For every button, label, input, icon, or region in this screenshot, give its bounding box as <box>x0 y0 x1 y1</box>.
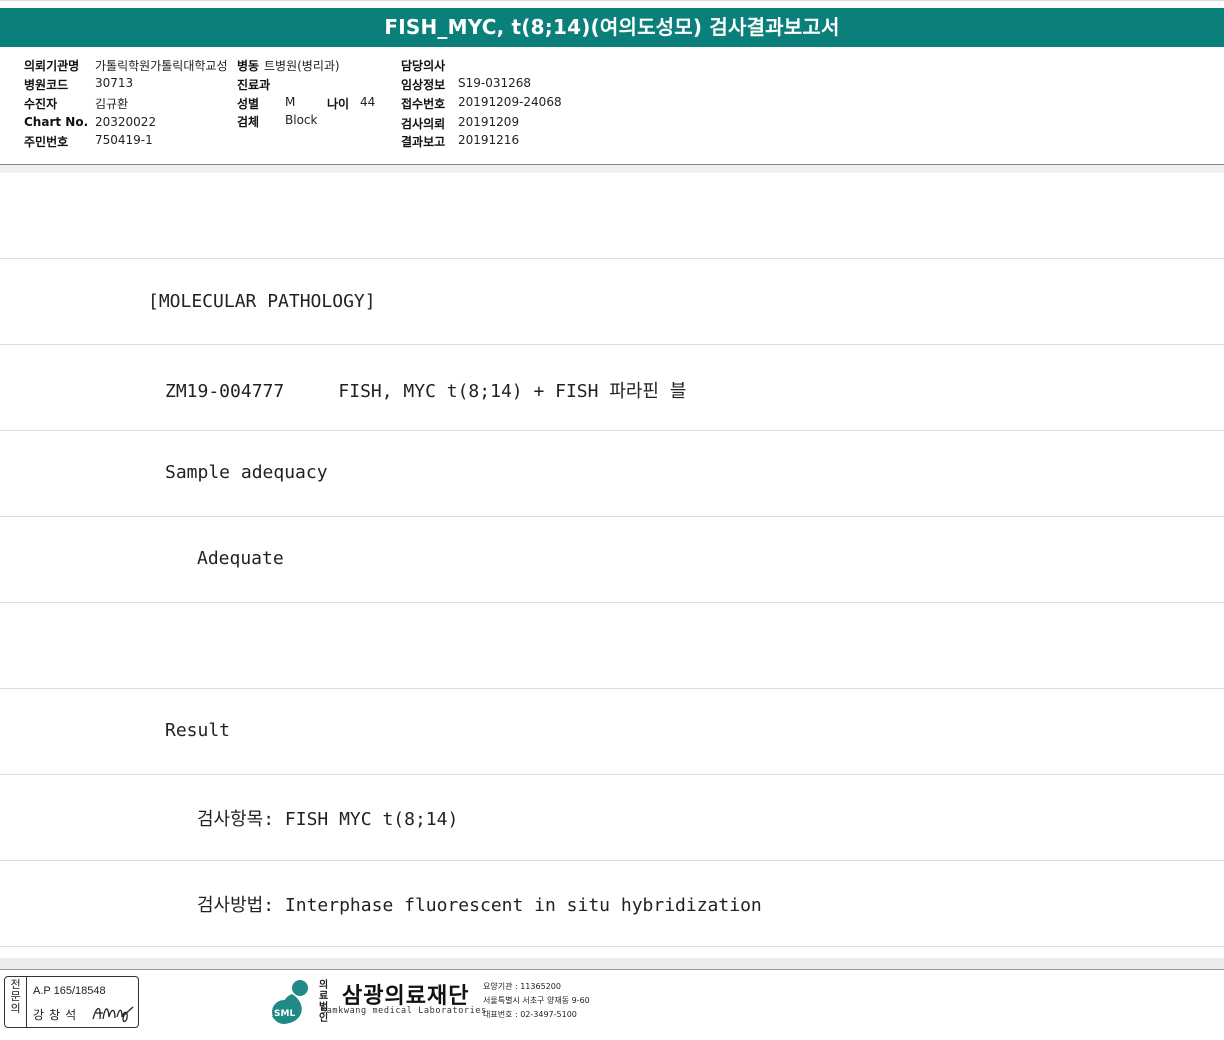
report-body: [MOLECULAR PATHOLOGY] ZM19-004777 FISH, … <box>0 173 1224 947</box>
report-date-label: 결과보고 <box>401 135 446 149</box>
report-line <box>0 603 1224 689</box>
sex-label: 성별 <box>237 97 260 111</box>
sample-adequacy-value: Adequate <box>197 548 284 569</box>
specimen-label: 검체 <box>237 115 260 129</box>
age-value: 44 <box>360 95 376 109</box>
signature-icon <box>92 1006 134 1023</box>
institution-label: 의뢰기관명 <box>24 59 80 73</box>
id-label: 주민번호 <box>24 135 69 149</box>
sex-value: M <box>285 95 296 109</box>
report-line: Sample adequacy <box>0 431 1224 517</box>
sml-logo-icon: SML <box>272 980 308 1024</box>
result-heading: Result <box>165 720 231 741</box>
patient-label: 수진자 <box>24 97 58 111</box>
institution-value: 가톨릭학원가톨릭대학교성 <box>95 59 228 73</box>
hospital-code-value: 30713 <box>95 76 134 90</box>
stamp-side-label: 전문의 <box>5 977 27 1027</box>
hospital-code-label: 병원코드 <box>24 78 69 92</box>
report-date-value: 20191216 <box>458 133 520 147</box>
receipt-label: 접수번호 <box>401 97 446 111</box>
report-line <box>0 173 1224 259</box>
footer-separator <box>0 958 1224 970</box>
test-item-line: 검사항목: FISH MYC t(8;14) <box>197 809 459 830</box>
clinical-info-value: S19-031268 <box>458 76 532 90</box>
logo-contact-info: 요양기관 : 11365200 서울특별시 서초구 양재동 9-60 대표번호 … <box>483 980 590 1022</box>
section-heading: [MOLECULAR PATHOLOGY] <box>148 291 376 312</box>
specimen-value: Block <box>285 113 318 127</box>
pathologist-stamp: 전문의 A.P 165/18548 강창석 <box>4 976 139 1028</box>
report-line: ZM19-004777 FISH, MYC t(8;14) + FISH 파라핀… <box>0 345 1224 431</box>
patient-header: 의뢰기관명 가톨릭학원가톨릭대학교성 병동 트병원(병리과) 담당의사 병원코드… <box>0 47 1224 165</box>
logo-info-address: 서울특별시 서초구 양재동 9-60 <box>483 996 590 1005</box>
test-method-line: 검사방법: Interphase fluorescent in situ hyb… <box>197 895 762 916</box>
header-separator <box>0 165 1224 173</box>
age-label: 나이 <box>327 97 350 111</box>
report-line: Result <box>0 689 1224 775</box>
id-value: 750419-1 <box>95 133 153 147</box>
chart-label: Chart No. <box>24 115 89 129</box>
logo-info-code: 요양기관 : 11365200 <box>483 982 561 991</box>
logo-info-phone: 대표번호 : 02-3497-5100 <box>483 1010 577 1019</box>
request-label: 검사의뢰 <box>401 117 446 131</box>
clinical-info-label: 임상정보 <box>401 78 446 92</box>
report-line: [MOLECULAR PATHOLOGY] <box>0 259 1224 345</box>
patient-value: 김규환 <box>95 97 129 111</box>
report-title: FISH_MYC, t(8;14)(여의도성모) 검사결과보고서 <box>0 8 1224 47</box>
ward-value: 트병원(병리과) <box>264 59 340 73</box>
request-value: 20191209 <box>458 115 520 129</box>
doctor-label: 담당의사 <box>401 59 446 73</box>
stamp-ap-number: A.P 165/18548 <box>33 985 106 997</box>
sample-adequacy-heading: Sample adequacy <box>165 462 328 483</box>
report-line: 검사방법: Interphase fluorescent in situ hyb… <box>0 861 1224 947</box>
chart-value: 20320022 <box>95 115 157 129</box>
stamp-name: 강창석 <box>33 1008 82 1022</box>
report-line: Adequate <box>0 517 1224 603</box>
logo-mark-text: SML <box>274 1009 295 1019</box>
test-code-line: ZM19-004777 FISH, MYC t(8;14) + FISH 파라핀… <box>165 381 687 402</box>
receipt-value: 20191209-24068 <box>458 95 562 109</box>
dept-label: 진료과 <box>237 78 271 92</box>
ward-label: 병동 <box>237 59 260 73</box>
logo-english-name: Samkwang medical Laboratories <box>321 1006 487 1016</box>
top-border <box>0 0 1224 6</box>
report-line: 검사항목: FISH MYC t(8;14) <box>0 775 1224 861</box>
logo-corp-label: 의료 법인 <box>319 980 329 1024</box>
